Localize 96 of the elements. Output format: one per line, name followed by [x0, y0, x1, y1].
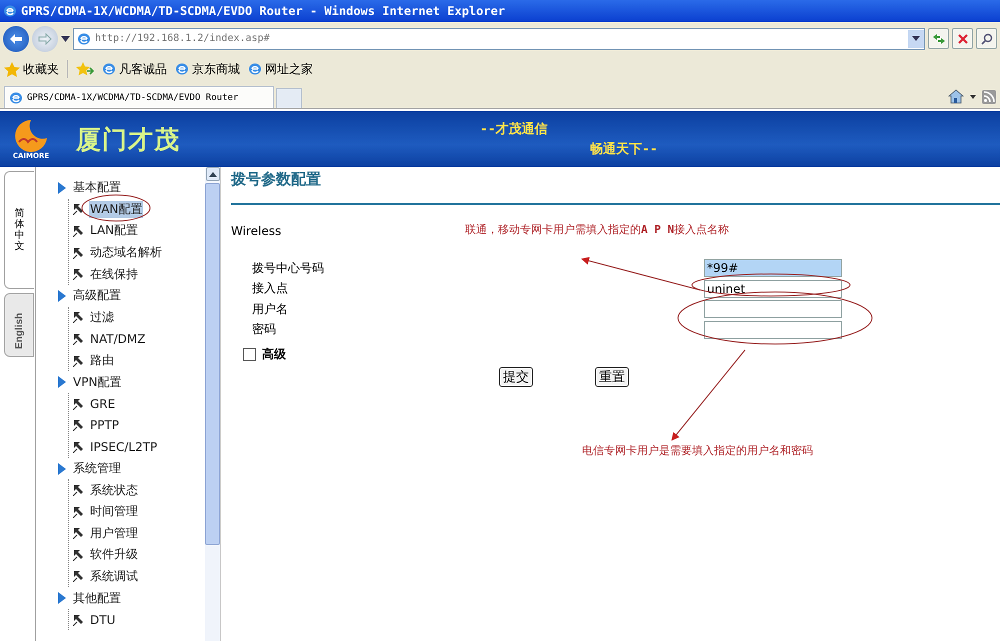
nav-item[interactable]: 在线保持 [89, 266, 139, 283]
pin-icon [73, 311, 85, 324]
pin-icon [73, 548, 85, 561]
nav-item[interactable]: DTU [89, 612, 116, 627]
nav-item[interactable]: 过滤 [89, 308, 115, 326]
window-title: GPRS/CDMA-1X/WCDMA/TD-SCDMA/EVDO Router - Windows Internet Explorer [21, 4, 506, 18]
pin-icon [73, 354, 85, 367]
ie-icon [102, 62, 116, 76]
nav-item[interactable]: 路由 [89, 352, 115, 370]
expand-triangle-icon[interactable] [58, 462, 66, 475]
nav-group[interactable]: 高级配置 [72, 287, 122, 304]
dropdown-arrow-icon[interactable] [61, 36, 70, 42]
form-button[interactable]: 提交 [499, 367, 533, 387]
back-arrow-icon [9, 32, 23, 44]
feed-icon[interactable] [982, 90, 996, 104]
nav-item[interactable]: NAT/DMZ [89, 332, 146, 346]
language-tab[interactable]: 简体中文 [4, 171, 34, 289]
slogan-text: --才茂通信 [480, 121, 549, 138]
scroll-up-button[interactable] [206, 167, 220, 181]
form-button[interactable]: 重置 [595, 367, 629, 387]
pin-icon [73, 203, 85, 216]
nav-item[interactable]: WAN配置 [89, 200, 144, 218]
nav-item[interactable]: LAN配置 [89, 222, 140, 240]
dropdown-arrow-icon[interactable] [970, 94, 976, 98]
address-field[interactable]: http://192.168.1.2/index.asp# [73, 28, 925, 50]
caret-icon [208, 172, 216, 176]
expand-triangle-icon[interactable] [58, 376, 66, 388]
nav-item[interactable]: 软件升级 [89, 546, 139, 564]
page-title: 拨号参数配置 [231, 167, 1000, 205]
nav-item[interactable]: GRE [89, 396, 116, 411]
back-button[interactable] [3, 26, 29, 52]
pin-icon [73, 332, 85, 345]
annotation-text: 联通，移动专网卡用户需填入指定的A P N接入点名称 [465, 222, 730, 237]
expand-triangle-icon[interactable] [58, 182, 66, 194]
field-label: 拨号中心号码 [252, 260, 324, 277]
pin-icon [73, 398, 85, 410]
pin-icon [73, 268, 85, 280]
nav-item[interactable]: 系统调试 [89, 568, 139, 585]
field-label: 接入点 [252, 280, 288, 298]
pin-icon [73, 224, 85, 237]
address-dropdown-button[interactable] [908, 30, 924, 48]
input-field[interactable]: uninet [704, 280, 842, 298]
browser-tab[interactable]: GPRS/CDMA-1X/WCDMA/TD-SCDMA/EVDO Router [4, 86, 274, 108]
pin-icon [73, 614, 85, 626]
annotation-ellipse [82, 194, 150, 222]
nav-item[interactable]: 时间管理 [89, 503, 139, 520]
pin-icon [73, 484, 85, 496]
input-field[interactable] [704, 300, 842, 318]
input-field[interactable] [704, 320, 842, 339]
brand-title: 厦门才茂 [76, 124, 180, 156]
nav-item[interactable]: 用户管理 [89, 524, 139, 542]
refresh-arrows-icon [932, 32, 946, 44]
favorites-button[interactable]: 收藏夹 [4, 60, 59, 78]
expand-triangle-icon[interactable] [58, 290, 66, 302]
home-icon[interactable] [948, 89, 964, 104]
caret-icon [912, 36, 920, 41]
ie-icon [77, 32, 91, 46]
ie-icon [3, 4, 17, 18]
nav-group[interactable]: 其他配置 [72, 590, 122, 607]
pin-icon [73, 570, 85, 582]
nav-group[interactable]: 系统管理 [72, 460, 122, 478]
nav-group[interactable]: 基本配置 [72, 179, 122, 196]
ie-icon [175, 62, 189, 76]
search-icon [980, 32, 992, 44]
favorite-link[interactable]: 京东商城 [175, 60, 240, 78]
field-label: 用户名 [252, 300, 288, 318]
pin-icon [73, 506, 85, 518]
field-label: 密码 [252, 321, 276, 338]
nav-item[interactable]: 系统状态 [89, 482, 139, 499]
search-button[interactable] [976, 28, 997, 49]
pin-icon [73, 246, 85, 259]
add-favorite-icon[interactable] [76, 62, 94, 76]
star-icon [4, 62, 20, 76]
favorite-link[interactable]: 网址之家 [248, 60, 313, 78]
ie-icon [248, 62, 262, 76]
expand-triangle-icon[interactable] [58, 592, 66, 604]
annotation-text: 电信专网卡用户是需要填入指定的用户名和密码 [582, 443, 813, 458]
checkbox[interactable] [243, 348, 256, 361]
nav-item[interactable]: PPTP [89, 418, 120, 432]
section-label: Wireless [231, 224, 282, 238]
scrollbar-thumb[interactable] [205, 183, 220, 545]
close-icon [956, 32, 968, 44]
nav-item[interactable]: IPSEC/L2TP [89, 440, 158, 454]
stop-button[interactable] [952, 28, 973, 49]
checkbox-label: 高级 [262, 346, 286, 363]
slogan-text: 畅通天下-- [590, 141, 658, 158]
forward-arrow-icon [38, 32, 52, 44]
pin-icon [73, 527, 85, 540]
language-tab[interactable]: English [4, 293, 34, 357]
ie-icon [9, 90, 23, 104]
nav-group[interactable]: VPN配置 [72, 374, 122, 391]
pin-icon [73, 440, 85, 453]
favorite-link[interactable]: 凡客诚品 [102, 60, 167, 78]
pin-icon [73, 419, 85, 432]
input-field[interactable]: *99# [704, 259, 842, 278]
nav-item[interactable]: 动态域名解析 [89, 244, 163, 262]
